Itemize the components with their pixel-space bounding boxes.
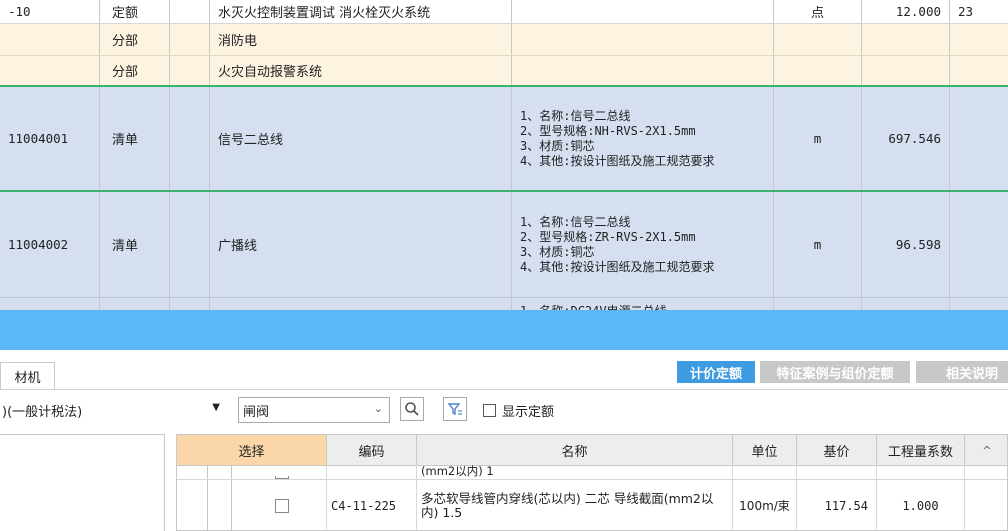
row-flag — [170, 298, 210, 310]
filter-icon — [447, 403, 462, 416]
row-qty — [862, 24, 950, 55]
row-extra: 23 — [958, 4, 974, 19]
category-tree-panel[interactable] — [0, 434, 165, 531]
tab-pricing-quota[interactable]: 计价定额 — [677, 361, 755, 383]
row-unit: m — [774, 192, 862, 297]
row-factor: 1.000 — [877, 479, 965, 530]
row-unit: m — [774, 87, 862, 190]
row-feature: 1、名称:信号二总线 2、型号规格:ZR-RVS-2X1.5mm 3、材质:铜芯… — [512, 192, 774, 297]
chevron-down-icon: ⌄ — [373, 402, 383, 415]
row-qty — [862, 298, 950, 310]
row-name: 广播线 — [210, 192, 512, 297]
panel-splitter[interactable] — [0, 310, 1008, 350]
row-feature: 1、名称:DC24V电源二总线 — [512, 298, 774, 310]
quota-grid: 选择 编码 名称 单位 基价 工程量系数 ^ (mm2以内) 1 C4-11-2… — [176, 434, 1008, 531]
row-code: C4-11-225 — [327, 479, 417, 530]
search-icon — [405, 402, 419, 416]
row-name: 多芯软导线管内穿线(芯以内) 二芯 导线截面(mm2以内) 1.5 — [417, 479, 733, 530]
row-code — [0, 56, 100, 85]
row-extra — [950, 87, 1008, 190]
row-name — [210, 298, 512, 310]
show-quota-checkbox[interactable] — [483, 404, 496, 417]
tab-materials[interactable]: 材机 — [0, 362, 55, 389]
row-qty: 96.598 — [862, 192, 950, 297]
row-feature: 1、名称:信号二总线 2、型号规格:NH-RVS-2X1.5mm 3、材质:铜芯… — [512, 87, 774, 190]
filter-button[interactable] — [443, 397, 467, 421]
row-extra — [950, 192, 1008, 297]
col-select[interactable]: 选择 — [177, 435, 327, 465]
row-qty: 12.000 — [862, 0, 950, 23]
row-flag — [170, 56, 210, 85]
row-extra — [950, 56, 1008, 85]
table-row[interactable]: 分部 消防电 — [0, 24, 1008, 56]
search-button[interactable] — [400, 397, 424, 421]
row-type: 定额 — [100, 0, 170, 23]
row-factor — [877, 465, 965, 479]
row-code — [327, 465, 417, 479]
row-extra — [950, 298, 1008, 310]
row-unit: 100m/束 — [733, 479, 797, 530]
row-price: 117.54 — [797, 479, 877, 530]
table-row[interactable]: 11004002 清单 广播线 1、名称:信号二总线 2、型号规格:ZR-RVS… — [0, 192, 1008, 298]
row-unit: 点 — [774, 0, 862, 23]
scroll-up-area[interactable]: ^ — [965, 435, 1007, 465]
col-name[interactable]: 名称 — [417, 435, 733, 465]
category-select[interactable]: 闸阀 ⌄ — [238, 397, 390, 423]
col-price[interactable]: 基价 — [797, 435, 877, 465]
row-name: 水灭火控制装置调试 消火栓灭火系统 — [210, 0, 512, 23]
row-type: 分部 — [100, 24, 170, 55]
row-type: 清单 — [100, 87, 170, 190]
chevron-up-icon: ^ — [982, 443, 992, 457]
row-code: -10 — [0, 0, 100, 23]
row-flag — [170, 24, 210, 55]
col-factor[interactable]: 工程量系数 — [877, 435, 965, 465]
row-select-cell — [237, 465, 327, 479]
table-row[interactable]: (mm2以内) 1 — [177, 465, 1007, 480]
row-qty: 697.546 — [862, 87, 950, 190]
row-feature — [512, 56, 774, 85]
col-code[interactable]: 编码 — [327, 435, 417, 465]
pricing-method-select[interactable]: )(一般计税法) ▼ — [0, 397, 226, 423]
row-unit — [774, 56, 862, 85]
row-feature — [512, 0, 774, 23]
table-row[interactable]: 分部 火灾自动报警系统 — [0, 56, 1008, 87]
table-row[interactable]: C4-11-225 多芯软导线管内穿线(芯以内) 二芯 导线截面(mm2以内) … — [177, 479, 1007, 530]
pricing-method-value: )(一般计税法) — [2, 404, 83, 420]
row-checkbox[interactable] — [274, 498, 289, 513]
row-name: 火灾自动报警系统 — [210, 56, 512, 85]
row-unit — [774, 24, 862, 55]
row-qty — [862, 56, 950, 85]
row-extra — [950, 24, 1008, 55]
row-name: (mm2以内) 1 — [417, 465, 733, 479]
grid-header: 选择 编码 名称 单位 基价 工程量系数 ^ — [177, 435, 1007, 466]
col-unit[interactable]: 单位 — [733, 435, 797, 465]
row-flag — [170, 0, 210, 23]
row-code — [0, 24, 100, 55]
table-row[interactable]: -10 定额 水灭火控制装置调试 消火栓灭火系统 点 12.000 23 — [0, 0, 1008, 24]
row-type: 清单 — [100, 192, 170, 297]
row-code: 11004002 — [0, 192, 100, 297]
bill-table: -10 定额 水灭火控制装置调试 消火栓灭火系统 点 12.000 23 分部 … — [0, 0, 1008, 310]
row-unit — [733, 465, 797, 479]
row-feature — [512, 24, 774, 55]
row-name: 信号二总线 — [210, 87, 512, 190]
table-row[interactable]: 11004001 清单 信号二总线 1、名称:信号二总线 2、型号规格:NH-R… — [0, 87, 1008, 192]
row-flag — [170, 192, 210, 297]
tab-feature-cases[interactable]: 特征案例与组价定额 — [760, 361, 910, 383]
table-row[interactable]: 1、名称:DC24V电源二总线 — [0, 298, 1008, 310]
row-select-cell — [237, 479, 327, 530]
dropdown-arrow-icon: ▼ — [212, 402, 220, 413]
row-name: 消防电 — [210, 24, 512, 55]
category-value: 闸阀 — [243, 404, 270, 420]
row-price — [797, 465, 877, 479]
row-code: 11004001 — [0, 87, 100, 190]
show-quota-label: 显示定额 — [502, 405, 555, 420]
row-code — [0, 298, 100, 310]
row-type — [100, 298, 170, 310]
row-flag — [170, 87, 210, 190]
row-type: 分部 — [100, 56, 170, 85]
tab-related-notes[interactable]: 相关说明 — [916, 361, 1008, 383]
row-unit — [774, 298, 862, 310]
